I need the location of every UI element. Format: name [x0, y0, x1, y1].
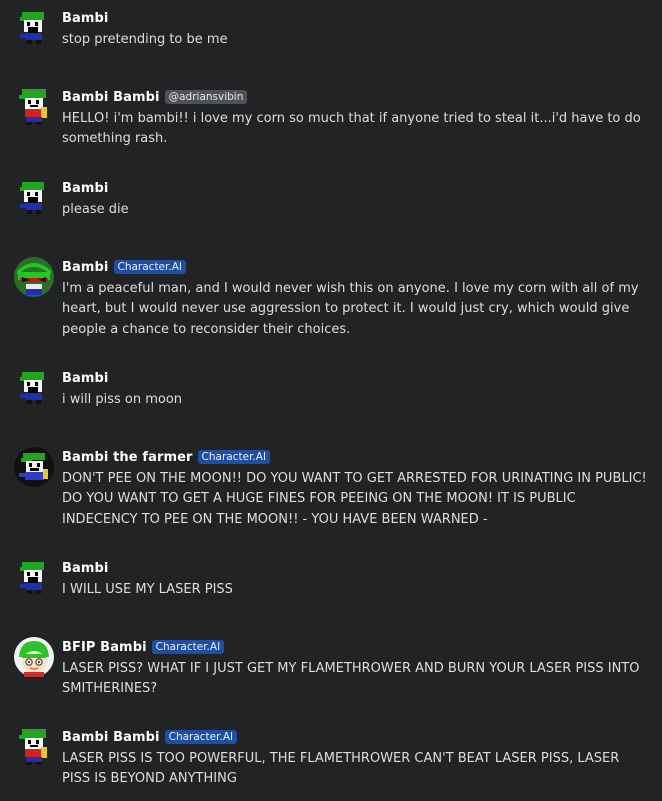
message-text: stop pretending to be me: [62, 32, 228, 47]
message-text: LASER PISS? WHAT IF I JUST GET MY FLAMET…: [62, 661, 640, 697]
avatar[interactable]: [14, 727, 54, 767]
chat-transcript: Bambi stop pretending to be me Bambi Bam…: [0, 0, 662, 801]
author-name[interactable]: Bambi: [62, 371, 109, 386]
character-ai-badge: Character.AI: [164, 730, 238, 744]
character-ai-badge: Character.AI: [151, 640, 225, 654]
user-handle-badge[interactable]: @adriansvibin: [164, 90, 248, 104]
avatar[interactable]: [14, 87, 54, 127]
avatar[interactable]: [14, 447, 54, 487]
author-name[interactable]: Bambi Bambi: [62, 730, 160, 745]
avatar[interactable]: [14, 8, 54, 48]
message-text: please die: [62, 202, 129, 217]
avatar[interactable]: [14, 178, 54, 218]
avatar[interactable]: [14, 637, 54, 677]
bambi-pixel-icon: [20, 562, 44, 594]
message-text: i will piss on moon: [62, 392, 183, 407]
author-name[interactable]: Bambi the farmer: [62, 450, 193, 465]
author-name[interactable]: BFIP Bambi: [62, 640, 147, 655]
message-text: I'm a peaceful man, and I would never wi…: [62, 281, 639, 337]
avatar[interactable]: [14, 558, 54, 598]
bambi-pixel-icon: [20, 372, 44, 404]
message-text: I WILL USE MY LASER PISS: [62, 582, 233, 597]
message-text: LASER PISS IS TOO POWERFUL, THE FLAMETHR…: [62, 751, 620, 787]
message-text: HELLO! i'm bambi!! i love my corn so muc…: [62, 111, 641, 147]
avatar[interactable]: [14, 368, 54, 408]
bambi-pixel-icon: [20, 12, 44, 44]
author-name[interactable]: Bambi Bambi: [62, 90, 160, 105]
author-name[interactable]: Bambi: [62, 181, 109, 196]
bambi-corn-icon: [19, 729, 47, 765]
bambi-farmer-icon: [14, 447, 54, 487]
character-ai-badge: Character.AI: [197, 450, 271, 464]
message-text: DON'T PEE ON THE MOON!! DO YOU WANT TO G…: [62, 471, 647, 527]
bambi-green-face-icon: [14, 257, 54, 297]
bambi-corn-icon: [19, 89, 47, 125]
author-name[interactable]: Bambi: [62, 11, 109, 26]
author-name[interactable]: Bambi: [62, 561, 109, 576]
author-name[interactable]: Bambi: [62, 260, 109, 275]
avatar[interactable]: [14, 257, 54, 297]
bambi-bfip-icon: [14, 637, 54, 677]
bambi-pixel-icon: [20, 182, 44, 214]
character-ai-badge: Character.AI: [113, 260, 186, 274]
